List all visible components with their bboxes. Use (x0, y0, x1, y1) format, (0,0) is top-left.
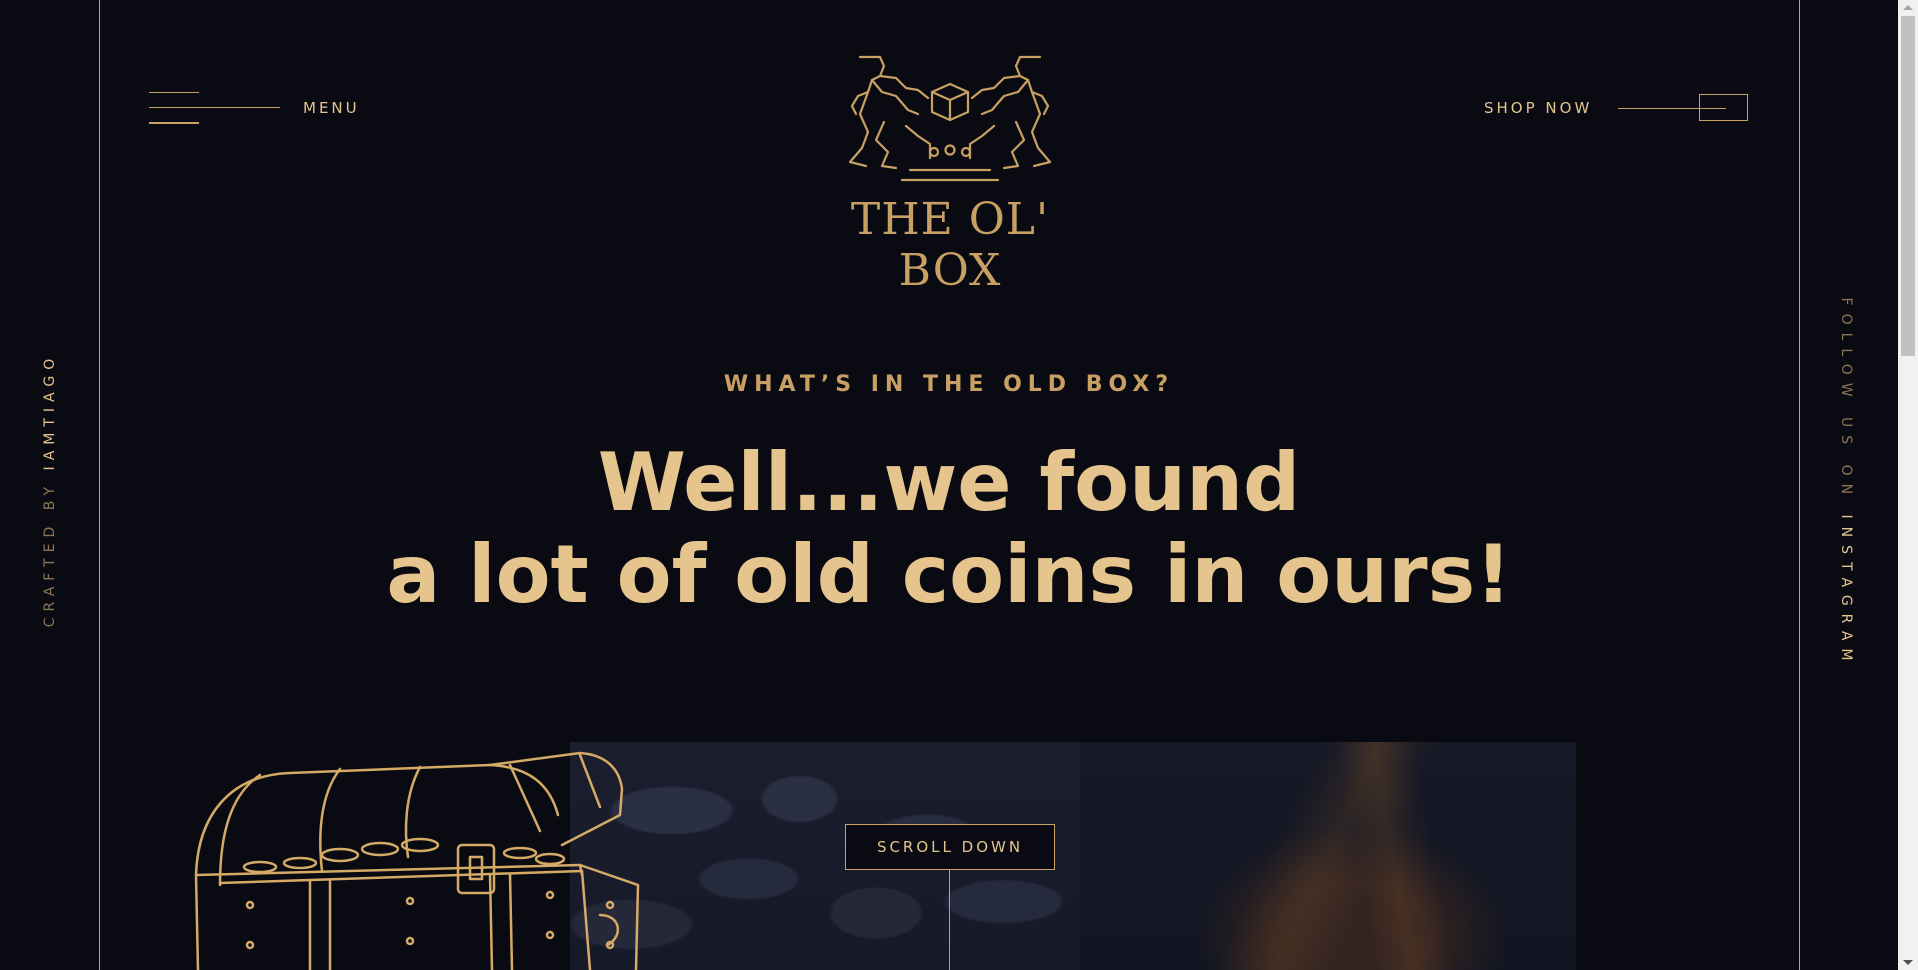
shop-arrow-box-icon (1699, 94, 1748, 121)
scroll-up-arrow-icon[interactable] (1903, 5, 1913, 10)
menu-label[interactable]: MENU (303, 99, 360, 117)
hero-headline: Well...we found a lot of old coins in ou… (0, 437, 1898, 621)
scroll-down-arrow-icon[interactable] (1903, 960, 1913, 965)
page-scrollbar[interactable] (1898, 0, 1918, 970)
shop-now-label[interactable]: SHOP NOW (1484, 99, 1592, 117)
straw-image (1080, 742, 1576, 970)
scroll-indicator-line (949, 870, 950, 970)
shop-now-button[interactable]: SHOP NOW (1484, 92, 1750, 124)
scrollbar-thumb[interactable] (1901, 16, 1915, 356)
hero-eyebrow: WHAT’S IN THE OLD BOX? (723, 372, 1175, 397)
headline-line-2: a lot of old coins in ours! (386, 528, 1512, 621)
landing-page: CRAFTED BY IAMTIAGO FOLLOW US ON INSTAGR… (0, 0, 1918, 970)
headline-line-1: Well...we found (597, 436, 1301, 529)
treasure-chest-illustration (194, 751, 640, 970)
logo-wordmark: THE OL' BOX (850, 194, 1050, 296)
menu-button[interactable]: MENU (149, 90, 369, 126)
hamburger-icon[interactable] (149, 90, 284, 126)
crest-icon (848, 55, 1052, 182)
scroll-down-button[interactable]: SCROLL DOWN (845, 824, 1055, 870)
brand-logo[interactable]: THE OL' BOX (810, 52, 1090, 296)
